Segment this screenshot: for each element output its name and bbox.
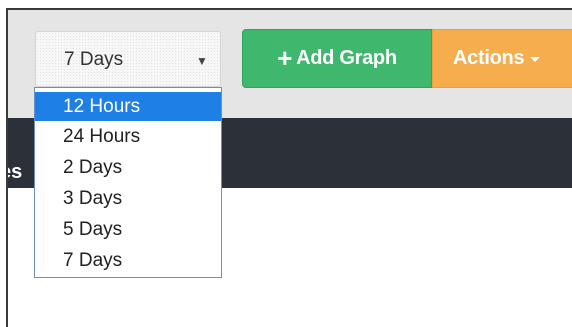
frame-top-border	[6, 8, 572, 10]
dropdown-option-2-days[interactable]: 2 Days	[35, 152, 221, 183]
time-range-dropdown: 12 Hours 24 Hours 2 Days 3 Days 5 Days 7…	[34, 87, 222, 278]
time-range-select-value: 7 Days	[64, 49, 124, 70]
dropdown-option-5-days[interactable]: 5 Days	[35, 214, 221, 245]
dropdown-option-12-hours[interactable]: 12 Hours	[35, 92, 221, 121]
frame-left-border	[6, 8, 8, 327]
plus-icon: +	[277, 42, 293, 73]
triangle-down-icon: ▼	[196, 54, 208, 68]
dropdown-option-24-hours[interactable]: 24 Hours	[35, 121, 221, 152]
actions-label: Actions	[453, 47, 525, 69]
add-graph-label: Add Graph	[296, 47, 397, 69]
caret-down-icon	[530, 57, 541, 62]
dropdown-option-7-days[interactable]: 7 Days	[35, 245, 221, 276]
page: es 7 Days ▼ + Add Graph Actions 12 Hours…	[0, 0, 572, 327]
add-graph-button[interactable]: + Add Graph	[242, 29, 432, 88]
time-range-select[interactable]: 7 Days ▼	[35, 31, 221, 87]
dropdown-option-3-days[interactable]: 3 Days	[35, 183, 221, 214]
header-band-title: es	[0, 161, 23, 183]
actions-button[interactable]: Actions	[432, 29, 572, 88]
